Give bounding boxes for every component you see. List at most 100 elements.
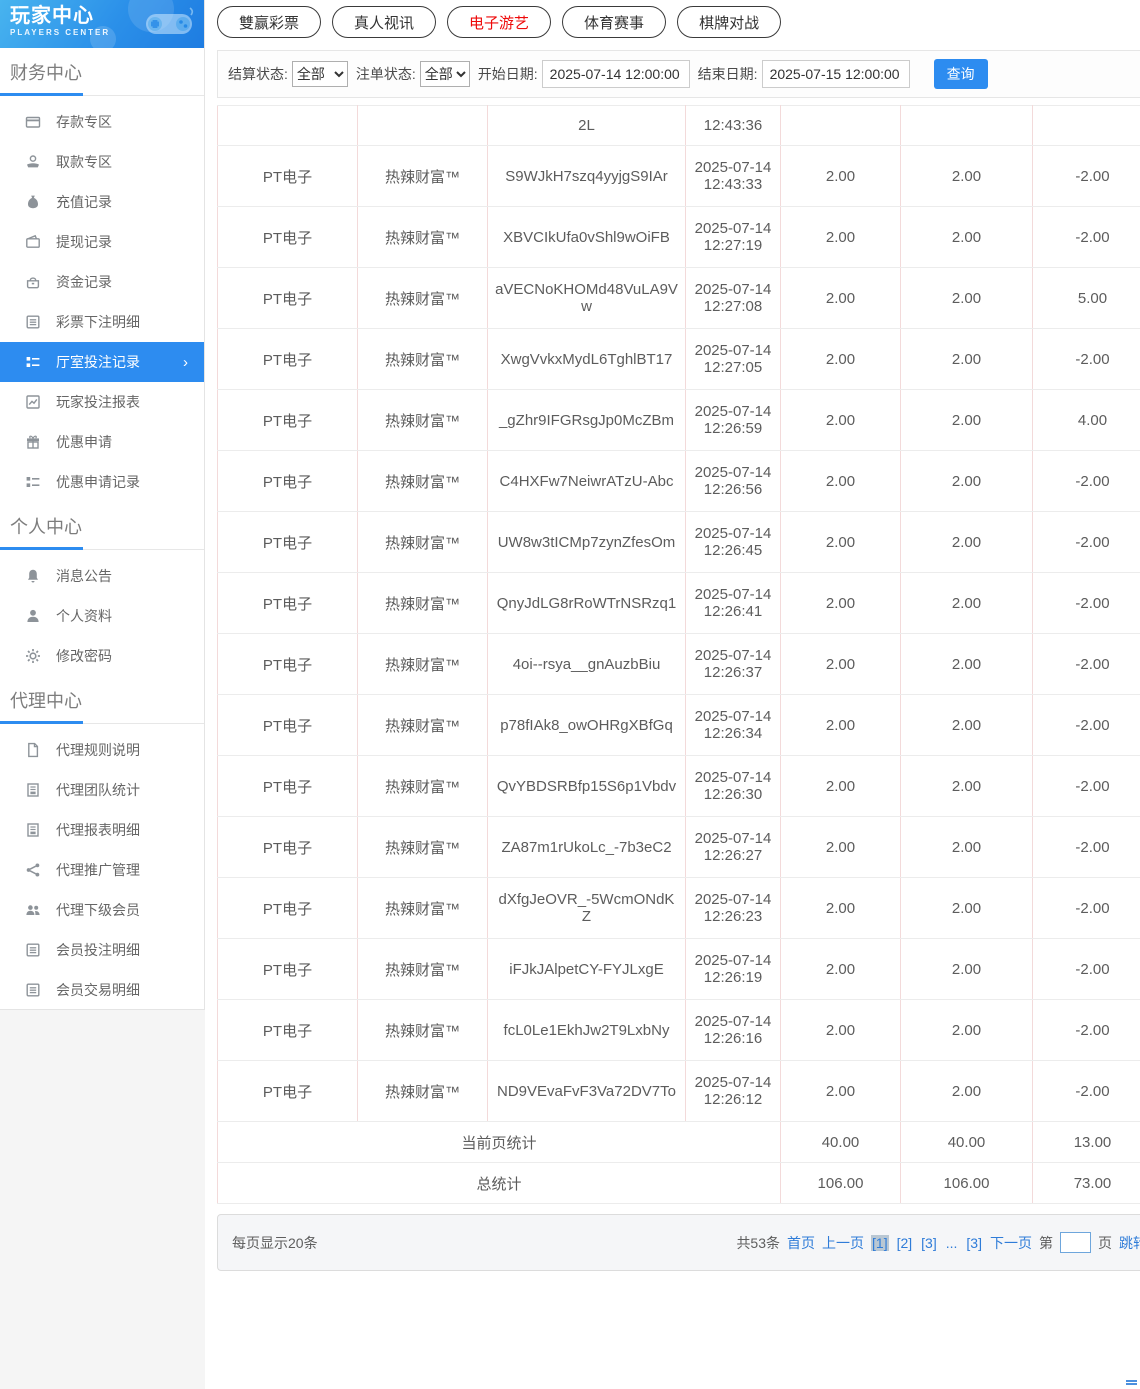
cell-order-id: ND9VEvaFvF3Va72DV7To <box>487 1060 686 1122</box>
card-icon <box>25 114 41 130</box>
cell-platform: PT电子 <box>217 1060 358 1122</box>
cell-platform: PT电子 <box>217 755 358 817</box>
order-status-select[interactable]: 全部 <box>419 61 470 87</box>
grand-total-row: 总统计 106.00 106.00 73.00 <box>217 1162 1140 1204</box>
sidebar-item-label: 个人资料 <box>56 608 112 624</box>
next-page-link[interactable]: 下一页 <box>990 1233 1032 1253</box>
start-date-input[interactable] <box>541 60 690 88</box>
sidebar-item-change-password[interactable]: 修改密码 › <box>0 636 204 676</box>
page-number-link[interactable]: ... <box>945 1235 959 1251</box>
sidebar-item-player-bet-report[interactable]: 玩家投注报表 › <box>0 382 204 422</box>
page-number-link[interactable]: [3] <box>920 1235 938 1251</box>
moneybag-icon <box>25 194 41 210</box>
sidebar-section-title: 代理中心 <box>10 691 82 711</box>
sidebar-item-label: 会员交易明细 <box>56 982 140 998</box>
settle-status-select[interactable]: 全部 <box>291 61 348 87</box>
cell-platform: PT电子 <box>217 328 358 390</box>
tab-sports[interactable]: 体育赛事 <box>562 6 667 38</box>
search-button[interactable]: 查询 <box>933 59 988 89</box>
sidebar-section-underline <box>0 721 204 724</box>
sidebar-section-items: 代理规则说明 › 代理团队统计 › 代理报表明细 › 代理推广管理 › 代理下级… <box>0 730 204 1010</box>
sidebar-item-promo-apply-records[interactable]: 优惠申请记录 › <box>0 462 204 502</box>
first-page-link[interactable]: 首页 <box>787 1233 815 1253</box>
cell-platform: PT电子 <box>217 450 358 512</box>
sidebar-item-withdraw-zone[interactable]: 取款专区 › <box>0 142 204 182</box>
sidebar-item-label: 优惠申请 <box>56 434 112 450</box>
total-count: 共53条 <box>736 1234 781 1251</box>
cell-game: 热辣财富™ <box>357 816 488 878</box>
cell-valid-bet: 2.00 <box>900 572 1033 634</box>
sidebar-item-label: 资金记录 <box>56 274 112 290</box>
sidebar-item-withdraw-records[interactable]: 提现记录 › <box>0 222 204 262</box>
cell-winloss: -2.00 <box>1032 206 1140 268</box>
sidebar-item-label: 代理推广管理 <box>56 862 140 878</box>
cell-bet: 2.00 <box>780 206 901 268</box>
sidebar-item-member-bet-details[interactable]: 会员投注明细 › <box>0 930 204 970</box>
tab-label: 电子游艺 <box>469 14 530 32</box>
cell-game: 热辣财富™ <box>357 938 488 1000</box>
cell-bet: 2.00 <box>780 511 901 573</box>
sidebar-item-hall-bet-records[interactable]: 厅室投注记录 › <box>0 342 204 382</box>
sidebar-item-messages[interactable]: 消息公告 › <box>0 556 204 596</box>
page-number-link[interactable]: [2] <box>896 1235 914 1251</box>
sidebar-section: 财务中心 存款专区 › 取款专区 › 充值记录 › 提现记录 › 资金记录 › … <box>0 59 204 502</box>
cell-winloss: -2.00 <box>1032 694 1140 756</box>
sidebar-item-label: 优惠申请记录 <box>56 474 140 490</box>
jump-page-input[interactable] <box>1060 1232 1091 1253</box>
cell-platform: PT电子 <box>217 633 358 695</box>
tab-electronic-games[interactable]: 电子游艺 <box>447 6 552 38</box>
cell-order-id: C4HXFw7NeiwrATzU-Abc <box>487 450 686 512</box>
table-row: PT电子 热辣财富™ fcL0Le1EkhJw2T9LxbNy 2025-07-… <box>217 999 1140 1061</box>
cell-order-id: aVECNoKHOMd48VuLA9Vw <box>487 267 686 329</box>
sidebar-item-funds-records[interactable]: 资金记录 › <box>0 262 204 302</box>
handcoin-icon <box>25 154 41 170</box>
sidebar-item-recharge-records[interactable]: 充值记录 › <box>0 182 204 222</box>
cell-winloss: -2.00 <box>1032 511 1140 573</box>
cell-bet: 2.00 <box>780 328 901 390</box>
cell-game: 热辣财富™ <box>357 511 488 573</box>
page-number-link[interactable]: [1] <box>871 1234 889 1251</box>
cell-time: 2025-07-14 12:26:27 <box>685 816 781 878</box>
sidebar-item-profile[interactable]: 个人资料 › <box>0 596 204 636</box>
sidebar-item-agent-rules[interactable]: 代理规则说明 › <box>0 730 204 770</box>
chevron-right-icon: › <box>183 353 188 371</box>
end-date-input[interactable] <box>761 60 910 88</box>
sidebar-item-deposit-zone[interactable]: 存款专区 › <box>0 102 204 142</box>
sidebar-item-agent-promotion[interactable]: 代理推广管理 › <box>0 850 204 890</box>
report-icon <box>25 822 41 838</box>
sidebar-item-agent-sub-members[interactable]: 代理下级会员 › <box>0 890 204 930</box>
cell-game: 热辣财富™ <box>357 572 488 634</box>
cell-game: 热辣财富™ <box>357 267 488 329</box>
cell-order-id: QnyJdLG8rRoWTrNSRzq1 <box>487 572 686 634</box>
cell-order-id: ZA87m1rUkoLc_-7b3eC2 <box>487 816 686 878</box>
sidebar-item-agent-team-stats[interactable]: 代理团队统计 › <box>0 770 204 810</box>
cell-valid-bet: 2.00 <box>900 877 1033 939</box>
sidebar-item-lottery-bet-details[interactable]: 彩票下注明细 › <box>0 302 204 342</box>
sidebar-section-title: 个人中心 <box>10 517 82 537</box>
sidebar-item-label: 存款专区 <box>56 114 112 130</box>
sidebar-item-agent-report-details[interactable]: 代理报表明细 › <box>0 810 204 850</box>
cell-bet: 2.00 <box>780 938 901 1000</box>
cell-game: 热辣财富™ <box>357 694 488 756</box>
cell-order-id: S9WJkH7szq4yyjgS9IAr <box>487 145 686 207</box>
cell-valid-bet: 2.00 <box>900 206 1033 268</box>
cell-game: 热辣财富™ <box>357 206 488 268</box>
cell-time: 2025-07-14 12:26:19 <box>685 938 781 1000</box>
cell-time: 2025-07-14 12:26:59 <box>685 389 781 451</box>
sidebar-item-member-transaction-details[interactable]: 会员交易明细 › <box>0 970 204 1010</box>
prev-page-link[interactable]: 上一页 <box>822 1233 864 1253</box>
sidebar-section: 代理中心 代理规则说明 › 代理团队统计 › 代理报表明细 › 代理推广管理 ›… <box>0 687 204 1010</box>
cell-valid-bet: 2.00 <box>900 1060 1033 1122</box>
tab-lottery[interactable]: 雙赢彩票 <box>217 6 322 38</box>
jump-button[interactable]: 跳转 <box>1119 1233 1140 1253</box>
cell-platform: PT电子 <box>217 206 358 268</box>
jump-suffix-label: 页 <box>1098 1234 1112 1251</box>
tab-board-games[interactable]: 棋牌对战 <box>677 6 782 38</box>
sidebar-item-label: 代理下级会员 <box>56 902 140 918</box>
cell-platform: PT电子 <box>217 694 358 756</box>
tab-live-video[interactable]: 真人视讯 <box>332 6 437 38</box>
sidebar-item-label: 厅室投注记录 <box>56 354 140 370</box>
page-number-link[interactable]: [3] <box>965 1235 983 1251</box>
sidebar-item-promo-apply[interactable]: 优惠申请 › <box>0 422 204 462</box>
cell-order-id: UW8w3tICMp7zynZfesOm <box>487 511 686 573</box>
